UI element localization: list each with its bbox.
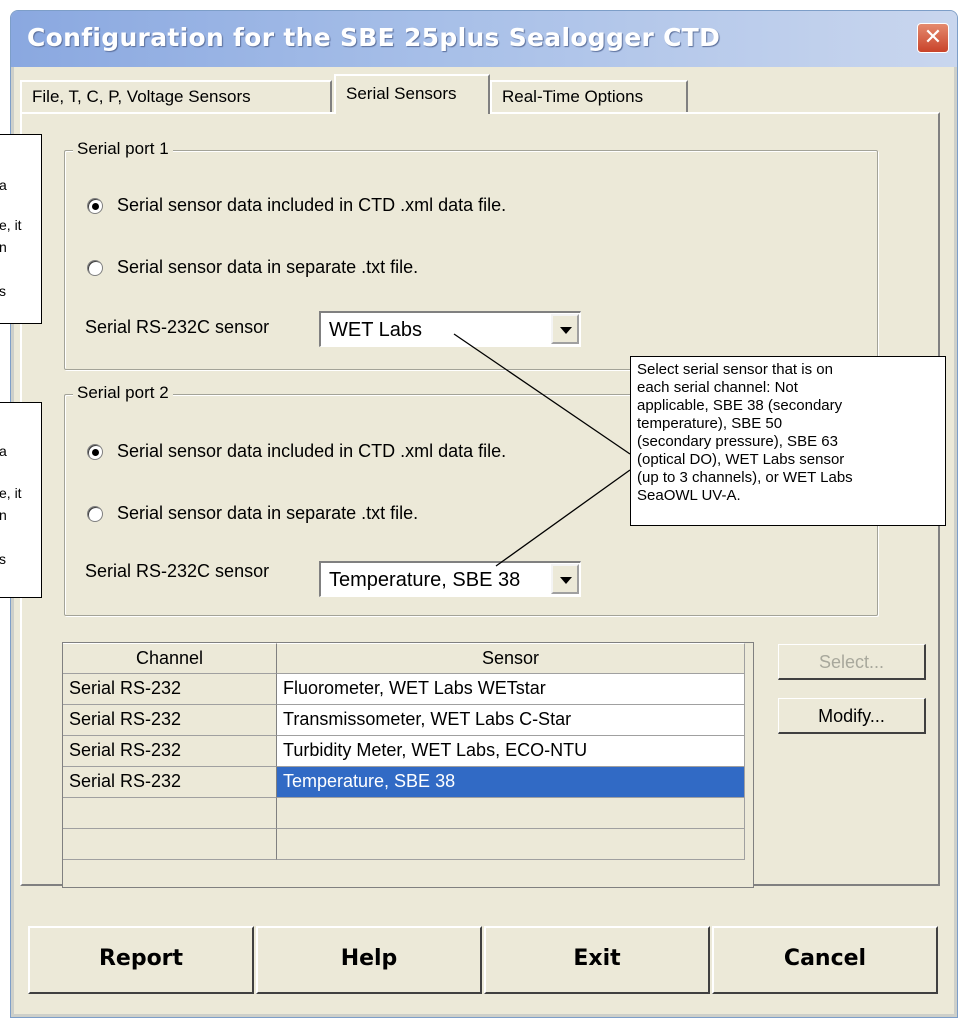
cancel-button[interactable]: Cancel [712, 926, 938, 994]
callout-line: temperature), SBE 50 [637, 415, 783, 432]
port1-included-radio-row[interactable]: Serial sensor data included in CTD .xml … [87, 195, 506, 216]
callout-fragment: s [0, 551, 6, 567]
left-callout-port2: a e, it n s [0, 402, 42, 598]
callout-line: (secondary pressure), SBE 63 [637, 433, 838, 450]
port1-sensor-select[interactable]: WET Labs [319, 311, 581, 347]
tab-label: File, T, C, P, Voltage Sensors [32, 87, 251, 106]
chevron-down-icon[interactable] [551, 564, 579, 594]
callout-fragment: e, it [0, 217, 22, 233]
port1-separate-radio-row[interactable]: Serial sensor data in separate .txt file… [87, 257, 418, 278]
chevron-down-icon[interactable] [551, 314, 579, 344]
tab-serial-sensors[interactable]: Serial Sensors [334, 74, 490, 114]
table-row[interactable]: Serial RS-232 Turbidity Meter, WET Labs,… [63, 736, 753, 767]
callout-fragment: n [0, 507, 7, 523]
sensor-column-header: Sensor [277, 643, 745, 674]
callout-line: (up to 3 channels), or WET Labs [637, 469, 853, 486]
port2-sensor-select[interactable]: Temperature, SBE 38 [319, 561, 581, 597]
grid-header-row: Channel Sensor [63, 643, 753, 674]
callout-fragment: s [0, 283, 6, 299]
port1-sensor-value: WET Labs [329, 319, 422, 341]
sensor-cell[interactable]: Transmissometer, WET Labs C-Star [277, 705, 745, 736]
empty-cell [277, 829, 745, 860]
sensor-cell-selected[interactable]: Temperature, SBE 38 [277, 767, 745, 798]
channel-cell[interactable]: Serial RS-232 [63, 767, 277, 798]
select-button[interactable]: Select... [778, 644, 926, 680]
title-bar: Configuration for the SBE 25plus Sealogg… [11, 11, 957, 67]
callout-fragment: n [0, 239, 7, 255]
serial-port-1-legend: Serial port 1 [73, 139, 173, 159]
sensor-cell[interactable]: Fluorometer, WET Labs WETstar [277, 674, 745, 705]
tab-label: Serial Sensors [346, 84, 457, 103]
port1-separate-label: Serial sensor data in separate .txt file… [117, 257, 419, 277]
tab-file-t-c-p-voltage[interactable]: File, T, C, P, Voltage Sensors [20, 80, 332, 112]
report-button[interactable]: Report [28, 926, 254, 994]
port2-sensor-label: Serial RS-232C sensor [85, 561, 270, 581]
table-row[interactable]: Serial RS-232 Transmissometer, WET Labs … [63, 705, 753, 736]
port2-included-radio-row[interactable]: Serial sensor data included in CTD .xml … [87, 441, 506, 462]
serial-port-2-legend: Serial port 2 [73, 383, 173, 403]
sensor-cell[interactable]: Turbidity Meter, WET Labs, ECO-NTU [277, 736, 745, 767]
serial-sensor-callout: Select serial sensor that is on each ser… [630, 356, 946, 526]
empty-cell [63, 798, 277, 829]
port2-included-label: Serial sensor data included in CTD .xml … [117, 441, 507, 461]
port2-separate-label: Serial sensor data in separate .txt file… [117, 503, 419, 523]
empty-cell [277, 798, 745, 829]
port2-sensor-value: Temperature, SBE 38 [329, 569, 521, 591]
callout-fragment: a [0, 177, 7, 193]
left-callout-port1: a e, it n s [0, 134, 42, 324]
callout-line: SeaOWL UV-A. [637, 487, 741, 504]
sensor-grid: Channel Sensor Serial RS-232 Fluorometer… [62, 642, 754, 888]
channel-column-header: Channel [63, 643, 277, 674]
callout-line: (optical DO), WET Labs sensor [637, 451, 845, 468]
port1-separate-radio[interactable] [87, 259, 103, 276]
port1-included-label: Serial sensor data included in CTD .xml … [117, 195, 507, 215]
exit-button[interactable]: Exit [484, 926, 710, 994]
modify-button[interactable]: Modify... [778, 698, 926, 734]
port2-included-radio[interactable] [87, 443, 103, 460]
port2-separate-radio[interactable] [87, 505, 103, 522]
help-button[interactable]: Help [256, 926, 482, 994]
table-row[interactable]: Serial RS-232 Fluorometer, WET Labs WETs… [63, 674, 753, 705]
port2-separate-radio-row[interactable]: Serial sensor data in separate .txt file… [87, 503, 418, 524]
callout-fragment: a [0, 443, 7, 459]
table-row[interactable]: Serial RS-232 Temperature, SBE 38 [63, 767, 753, 798]
tab-label: Real-Time Options [502, 87, 644, 106]
window-title: Configuration for the SBE 25plus Sealogg… [27, 23, 721, 52]
empty-row [63, 829, 753, 860]
callout-fragment: e, it [0, 485, 22, 501]
close-icon[interactable]: ✕ [917, 23, 949, 53]
empty-cell [63, 829, 277, 860]
port1-sensor-label: Serial RS-232C sensor [85, 317, 270, 337]
port1-included-radio[interactable] [87, 197, 103, 214]
serial-port-1-group: Serial port 1 Serial sensor data include… [64, 139, 878, 370]
callout-line: Select serial sensor that is on [637, 361, 833, 378]
callout-line: applicable, SBE 38 (secondary [637, 397, 843, 414]
channel-cell[interactable]: Serial RS-232 [63, 674, 277, 705]
channel-cell[interactable]: Serial RS-232 [63, 705, 277, 736]
empty-row [63, 798, 753, 829]
callout-line: each serial channel: Not [637, 379, 798, 396]
tab-real-time-options[interactable]: Real-Time Options [490, 80, 688, 112]
channel-cell[interactable]: Serial RS-232 [63, 736, 277, 767]
